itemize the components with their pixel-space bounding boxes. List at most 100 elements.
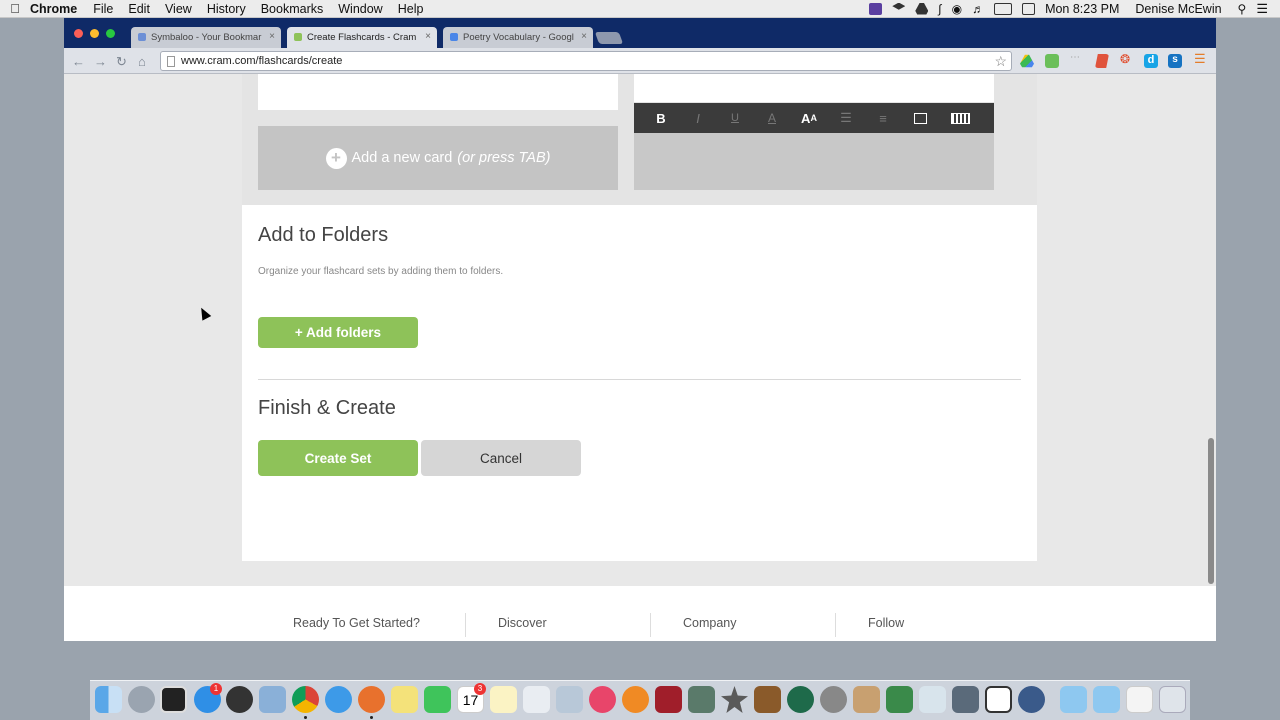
user-name[interactable]: Denise McEwin	[1135, 2, 1221, 16]
align-icon[interactable]: ≡	[871, 103, 895, 133]
back-icon[interactable]: ←	[72, 54, 85, 69]
close-tab-icon[interactable]: ×	[425, 31, 431, 42]
menu-help[interactable]: Help	[398, 2, 424, 16]
menu-history[interactable]: History	[207, 2, 246, 16]
create-set-button[interactable]: Create Set	[258, 440, 418, 476]
itunes-icon[interactable]	[589, 686, 616, 713]
downloads-icon[interactable]	[1126, 686, 1153, 713]
activity-monitor-icon[interactable]	[160, 686, 187, 713]
preview-icon[interactable]	[259, 686, 286, 713]
photos-icon[interactable]	[523, 686, 550, 713]
migration-icon[interactable]	[688, 686, 715, 713]
google-drive-ext-icon[interactable]	[1020, 54, 1034, 68]
trash-icon[interactable]	[1159, 686, 1186, 713]
zoom-window-icon[interactable]	[106, 29, 115, 38]
clock[interactable]: Mon 8:23 PM	[1045, 2, 1119, 16]
photo-booth-icon[interactable]	[655, 686, 682, 713]
documents-folder-icon[interactable]	[1093, 686, 1120, 713]
spotlight-icon[interactable]: ⚲	[1238, 2, 1247, 16]
apple-menu-icon[interactable]: 	[0, 1, 30, 16]
italic-icon[interactable]: I	[686, 103, 710, 133]
chrome-menu-icon[interactable]: ☰	[1194, 51, 1208, 66]
tab-symbaloo[interactable]: Symbaloo - Your Bookmar ×	[131, 27, 281, 48]
ibooks-icon[interactable]	[622, 686, 649, 713]
home-icon[interactable]: ⌂	[138, 54, 146, 69]
keyboard-icon[interactable]	[947, 103, 973, 133]
chrome-icon[interactable]	[292, 686, 319, 713]
close-window-icon[interactable]	[74, 29, 83, 38]
numbers-icon[interactable]	[886, 686, 913, 713]
more-ext-icon[interactable]: ⋯	[1070, 52, 1084, 66]
footer-separator	[465, 613, 466, 637]
applications-folder-icon[interactable]	[1060, 686, 1087, 713]
bookmark-ext-icon[interactable]	[1095, 54, 1109, 68]
scrollbar-thumb[interactable]	[1208, 438, 1214, 584]
underline-icon[interactable]: U	[723, 103, 747, 133]
pen-icon[interactable]	[952, 686, 979, 713]
menu-bookmarks[interactable]: Bookmarks	[261, 2, 324, 16]
menu-app-chrome[interactable]: Chrome	[30, 2, 77, 16]
imovie-icon[interactable]	[721, 686, 748, 713]
footer-company[interactable]: Company	[683, 616, 737, 630]
dashboard-icon[interactable]	[226, 686, 253, 713]
d-ext-icon[interactable]: d	[1144, 54, 1158, 68]
text-color-icon[interactable]: A	[760, 103, 784, 133]
finder-icon[interactable]	[95, 686, 122, 713]
footer-discover[interactable]: Discover	[498, 616, 547, 630]
image-icon[interactable]	[908, 103, 932, 133]
system-preferences-icon[interactable]	[820, 686, 847, 713]
keynote-icon[interactable]	[853, 686, 880, 713]
stickies-icon[interactable]	[391, 686, 418, 713]
tab-create-flashcards[interactable]: Create Flashcards - Cram ×	[287, 27, 437, 48]
bold-icon[interactable]: B	[649, 103, 673, 133]
wifi-icon[interactable]: ◉	[952, 2, 962, 16]
volume-icon[interactable]: ♬	[972, 2, 984, 16]
notification-center-icon[interactable]: ☰	[1256, 1, 1268, 17]
address-bar[interactable]: www.cram.com/flashcards/create ☆	[160, 51, 1012, 71]
facetime-icon[interactable]	[424, 686, 451, 713]
forward-icon[interactable]: →	[94, 54, 107, 69]
bookmark-star-icon[interactable]: ☆	[994, 53, 1007, 70]
time-machine-icon[interactable]	[787, 686, 814, 713]
menu-bar:  Chrome File Edit View History Bookmark…	[0, 0, 1280, 39]
input-menu-icon[interactable]	[1022, 2, 1036, 15]
add-card-button[interactable]: + Add a new card (or press TAB)	[258, 126, 618, 190]
launchpad-icon[interactable]	[128, 686, 155, 713]
menu-edit[interactable]: Edit	[128, 2, 150, 16]
reload-icon[interactable]: ↻	[116, 54, 127, 70]
footer-get-started[interactable]: Ready To Get Started?	[293, 616, 420, 630]
add-folders-button[interactable]: + Add folders	[258, 317, 418, 348]
editor-body[interactable]	[634, 133, 994, 190]
audio-ext-icon[interactable]	[1045, 54, 1059, 68]
card-front-field[interactable]	[258, 74, 618, 110]
card-editor-panel: + Add a new card (or press TAB) B I U A …	[242, 74, 1037, 205]
new-tab-button[interactable]	[594, 32, 624, 44]
menu-window[interactable]: Window	[338, 2, 382, 16]
list-icon[interactable]: ☰	[834, 103, 858, 133]
card-back-field[interactable]	[634, 74, 994, 102]
font-size-icon[interactable]: AA	[797, 103, 821, 133]
menu-file[interactable]: File	[93, 2, 113, 16]
google-drive-icon[interactable]	[915, 2, 929, 15]
s-ext-icon[interactable]: s	[1168, 54, 1182, 68]
pin-ext-icon[interactable]: ❂	[1120, 52, 1134, 66]
footer-follow[interactable]: Follow	[868, 616, 904, 630]
safari-icon[interactable]	[325, 686, 352, 713]
tab-poetry-vocabulary[interactable]: Poetry Vocabulary - Googl ×	[443, 27, 593, 48]
firefox-icon[interactable]	[358, 686, 385, 713]
garageband-icon[interactable]	[754, 686, 781, 713]
cancel-button[interactable]: Cancel	[421, 440, 581, 476]
close-tab-icon[interactable]: ×	[269, 31, 275, 42]
quicktime-icon[interactable]	[1018, 686, 1045, 713]
close-tab-icon[interactable]: ×	[581, 31, 587, 42]
hp-utility-icon[interactable]	[919, 686, 946, 713]
screencast-icon[interactable]	[869, 2, 883, 15]
bluetooth-icon[interactable]: ∫	[938, 2, 941, 16]
dropbox-icon[interactable]	[892, 2, 906, 10]
notes-icon[interactable]	[490, 686, 517, 713]
screen-share-icon[interactable]	[985, 686, 1012, 713]
battery-icon[interactable]	[994, 2, 1013, 15]
mail-icon[interactable]	[556, 686, 583, 713]
menu-view[interactable]: View	[165, 2, 192, 16]
minimize-window-icon[interactable]	[90, 29, 99, 38]
